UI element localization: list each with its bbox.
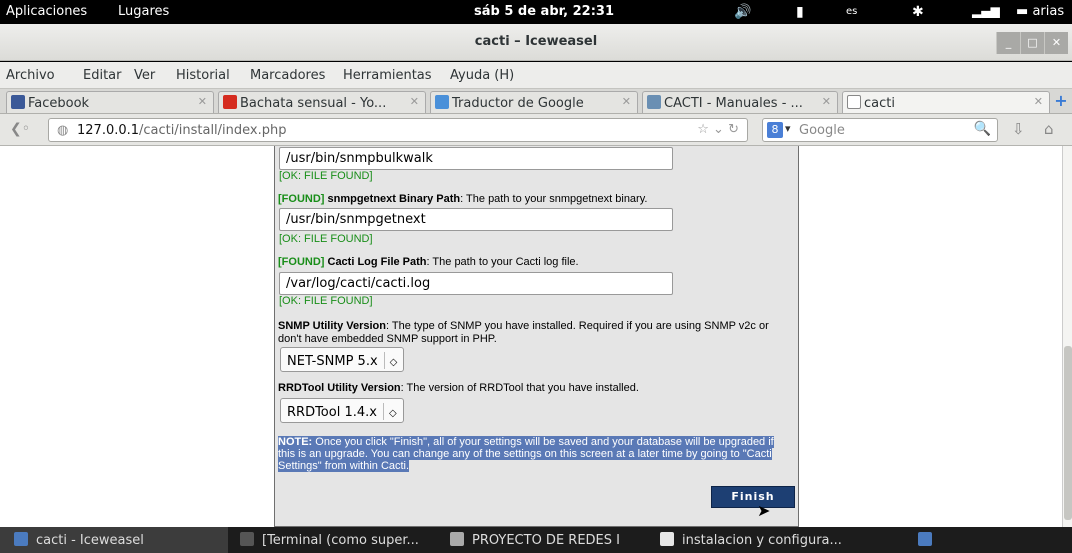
updown-icon: ◇ bbox=[389, 357, 398, 368]
tab-bar: Facebook ✕ Bachata sensual - Yo... ✕ Tra… bbox=[0, 88, 1072, 114]
tab-facebook[interactable]: Facebook ✕ bbox=[6, 91, 214, 113]
finish-button[interactable]: Finish bbox=[711, 486, 795, 508]
search-bar[interactable]: 8 ▾ Google 🔍 bbox=[762, 118, 998, 142]
mouse-cursor-icon: ➤ bbox=[757, 501, 771, 520]
tab-cacti-manual[interactable]: CACTI - Manuales - ... ✕ bbox=[642, 91, 838, 113]
translate-icon bbox=[435, 95, 449, 109]
install-panel: /usr/bin/snmpbulkwalk [OK: FILE FOUND] [… bbox=[274, 146, 799, 527]
navigation-bar: ❮◦ ◍ 127.0.0.1/cacti/install/index.php ☆… bbox=[0, 114, 1072, 146]
tab-translate[interactable]: Traductor de Google ✕ bbox=[430, 91, 638, 113]
snmpgetnext-label: [FOUND] snmpgetnext Binary Path: The pat… bbox=[278, 193, 648, 205]
tab-label: Bachata sensual - Yo... bbox=[240, 96, 387, 111]
page-scrollbar[interactable] bbox=[1062, 146, 1072, 527]
tab-bachata[interactable]: Bachata sensual - Yo... ✕ bbox=[218, 91, 426, 113]
close-window-button[interactable]: ✕ bbox=[1044, 32, 1068, 54]
scrollbar-thumb[interactable] bbox=[1064, 346, 1072, 520]
close-tab-icon[interactable]: ✕ bbox=[1034, 95, 1043, 108]
task-tray[interactable] bbox=[904, 527, 950, 553]
tab-label: cacti bbox=[864, 96, 895, 111]
note-text: NOTE: Once you click "Finish", all of yo… bbox=[278, 436, 774, 472]
top-panel: Aplicaciones Lugares sáb 5 de abr, 22:31… bbox=[0, 0, 1072, 24]
terminal-icon bbox=[240, 532, 254, 546]
updown-icon: ◇ bbox=[388, 408, 397, 419]
back-icon[interactable]: ❮◦ bbox=[10, 121, 36, 139]
facebook-icon bbox=[11, 95, 25, 109]
notification-icon bbox=[918, 532, 932, 546]
window-titlebar[interactable]: cacti – Iceweasel _ □ ✕ bbox=[0, 24, 1072, 61]
taskbar: cacti - Iceweasel [Terminal (como super.… bbox=[0, 527, 1072, 553]
clock[interactable]: sáb 5 de abr, 22:31 bbox=[474, 4, 614, 19]
user-name: arias bbox=[1032, 4, 1065, 19]
youtube-icon bbox=[223, 95, 237, 109]
new-tab-icon[interactable]: + bbox=[1052, 92, 1070, 110]
maximize-button[interactable]: □ bbox=[1020, 32, 1044, 54]
ok-status: [OK: FILE FOUND] bbox=[279, 170, 373, 182]
tab-cacti[interactable]: cacti ✕ bbox=[842, 91, 1050, 113]
rrdtool-version-label: RRDTool Utility Version: The version of … bbox=[278, 382, 639, 394]
task-proyecto[interactable]: PROYECTO DE REDES I bbox=[446, 527, 642, 553]
task-terminal[interactable]: [Terminal (como super... bbox=[236, 527, 436, 553]
battery-icon[interactable]: ▮ bbox=[796, 4, 804, 20]
ok-status: [OK: FILE FOUND] bbox=[279, 295, 373, 307]
bookmark-star-icon[interactable]: ☆ bbox=[697, 122, 709, 137]
menu-marcadores[interactable]: Marcadores bbox=[250, 68, 325, 83]
tab-label: CACTI - Manuales - ... bbox=[664, 96, 803, 111]
menu-ayuda[interactable]: Ayuda (H) bbox=[450, 68, 514, 83]
places-menu[interactable]: Lugares bbox=[118, 4, 169, 19]
snmpgetnext-path-field[interactable]: /usr/bin/snmpgetnext bbox=[279, 208, 673, 231]
task-iceweasel[interactable]: cacti - Iceweasel bbox=[0, 527, 228, 553]
url-actions[interactable]: ☆ ⌄ ↻ bbox=[697, 122, 739, 137]
menu-historial[interactable]: Historial bbox=[176, 68, 230, 83]
keyboard-layout[interactable]: es bbox=[846, 6, 857, 17]
snmp-version-select[interactable]: NET-SNMP 5.x ◇ bbox=[280, 347, 405, 372]
document-icon bbox=[660, 532, 674, 546]
search-placeholder: Google bbox=[799, 123, 845, 138]
rrdtool-version-select[interactable]: RRDTool 1.4.x ◇ bbox=[280, 398, 404, 423]
menu-editar[interactable]: Editar bbox=[83, 68, 122, 83]
globe-icon: ◍ bbox=[57, 123, 69, 138]
dropdown-icon[interactable]: ⌄ bbox=[713, 122, 724, 137]
tab-label: Traductor de Google bbox=[452, 96, 584, 111]
tab-label: Facebook bbox=[28, 96, 90, 111]
url-bar[interactable]: ◍ 127.0.0.1/cacti/install/index.php ☆ ⌄ … bbox=[48, 118, 748, 142]
bluetooth-icon[interactable]: ✱ bbox=[912, 4, 924, 20]
page-content: /usr/bin/snmpbulkwalk [OK: FILE FOUND] [… bbox=[0, 146, 1062, 527]
close-tab-icon[interactable]: ✕ bbox=[822, 95, 831, 108]
close-tab-icon[interactable]: ✕ bbox=[198, 95, 207, 108]
download-icon[interactable]: ⇩ bbox=[1012, 120, 1025, 138]
snmp-version-label: SNMP Utility Version: The type of SNMP y… bbox=[278, 320, 769, 345]
url-text: 127.0.0.1/cacti/install/index.php bbox=[77, 123, 287, 138]
iceweasel-icon bbox=[14, 532, 28, 546]
applications-menu[interactable]: Aplicaciones bbox=[6, 4, 87, 19]
menubar: Archivo Editar Ver Historial Marcadores … bbox=[0, 62, 1072, 88]
folder-icon bbox=[450, 532, 464, 546]
minimize-button[interactable]: _ bbox=[996, 32, 1020, 54]
google-icon[interactable]: 8 bbox=[767, 122, 783, 138]
menu-archivo[interactable]: Archivo bbox=[6, 68, 55, 83]
snmpbulkwalk-path-field[interactable]: /usr/bin/snmpbulkwalk bbox=[279, 147, 673, 170]
user-menu[interactable]: ▬ arias bbox=[1016, 4, 1064, 19]
volume-icon[interactable]: 🔊 bbox=[734, 4, 751, 20]
ok-status: [OK: FILE FOUND] bbox=[279, 233, 373, 245]
cacti-log-path-field[interactable]: /var/log/cacti/cacti.log bbox=[279, 272, 673, 295]
task-instalacion[interactable]: instalacion y configura... bbox=[656, 527, 876, 553]
window-title: cacti – Iceweasel bbox=[474, 34, 598, 49]
chevron-down-icon[interactable]: ▾ bbox=[785, 122, 791, 135]
cacti-log-label: [FOUND] Cacti Log File Path: The path to… bbox=[278, 256, 579, 268]
home-icon[interactable]: ⌂ bbox=[1044, 120, 1054, 138]
menu-ver[interactable]: Ver bbox=[134, 68, 155, 83]
reload-icon[interactable]: ↻ bbox=[728, 122, 739, 137]
network-icon[interactable]: ▂▄▆ bbox=[972, 4, 1000, 18]
close-tab-icon[interactable]: ✕ bbox=[622, 95, 631, 108]
search-icon[interactable]: 🔍 bbox=[974, 121, 991, 137]
page-icon bbox=[647, 95, 661, 109]
close-tab-icon[interactable]: ✕ bbox=[410, 95, 419, 108]
chat-icon: ▬ bbox=[1016, 4, 1029, 19]
blank-page-icon bbox=[847, 95, 861, 109]
menu-herramientas[interactable]: Herramientas bbox=[343, 68, 432, 83]
